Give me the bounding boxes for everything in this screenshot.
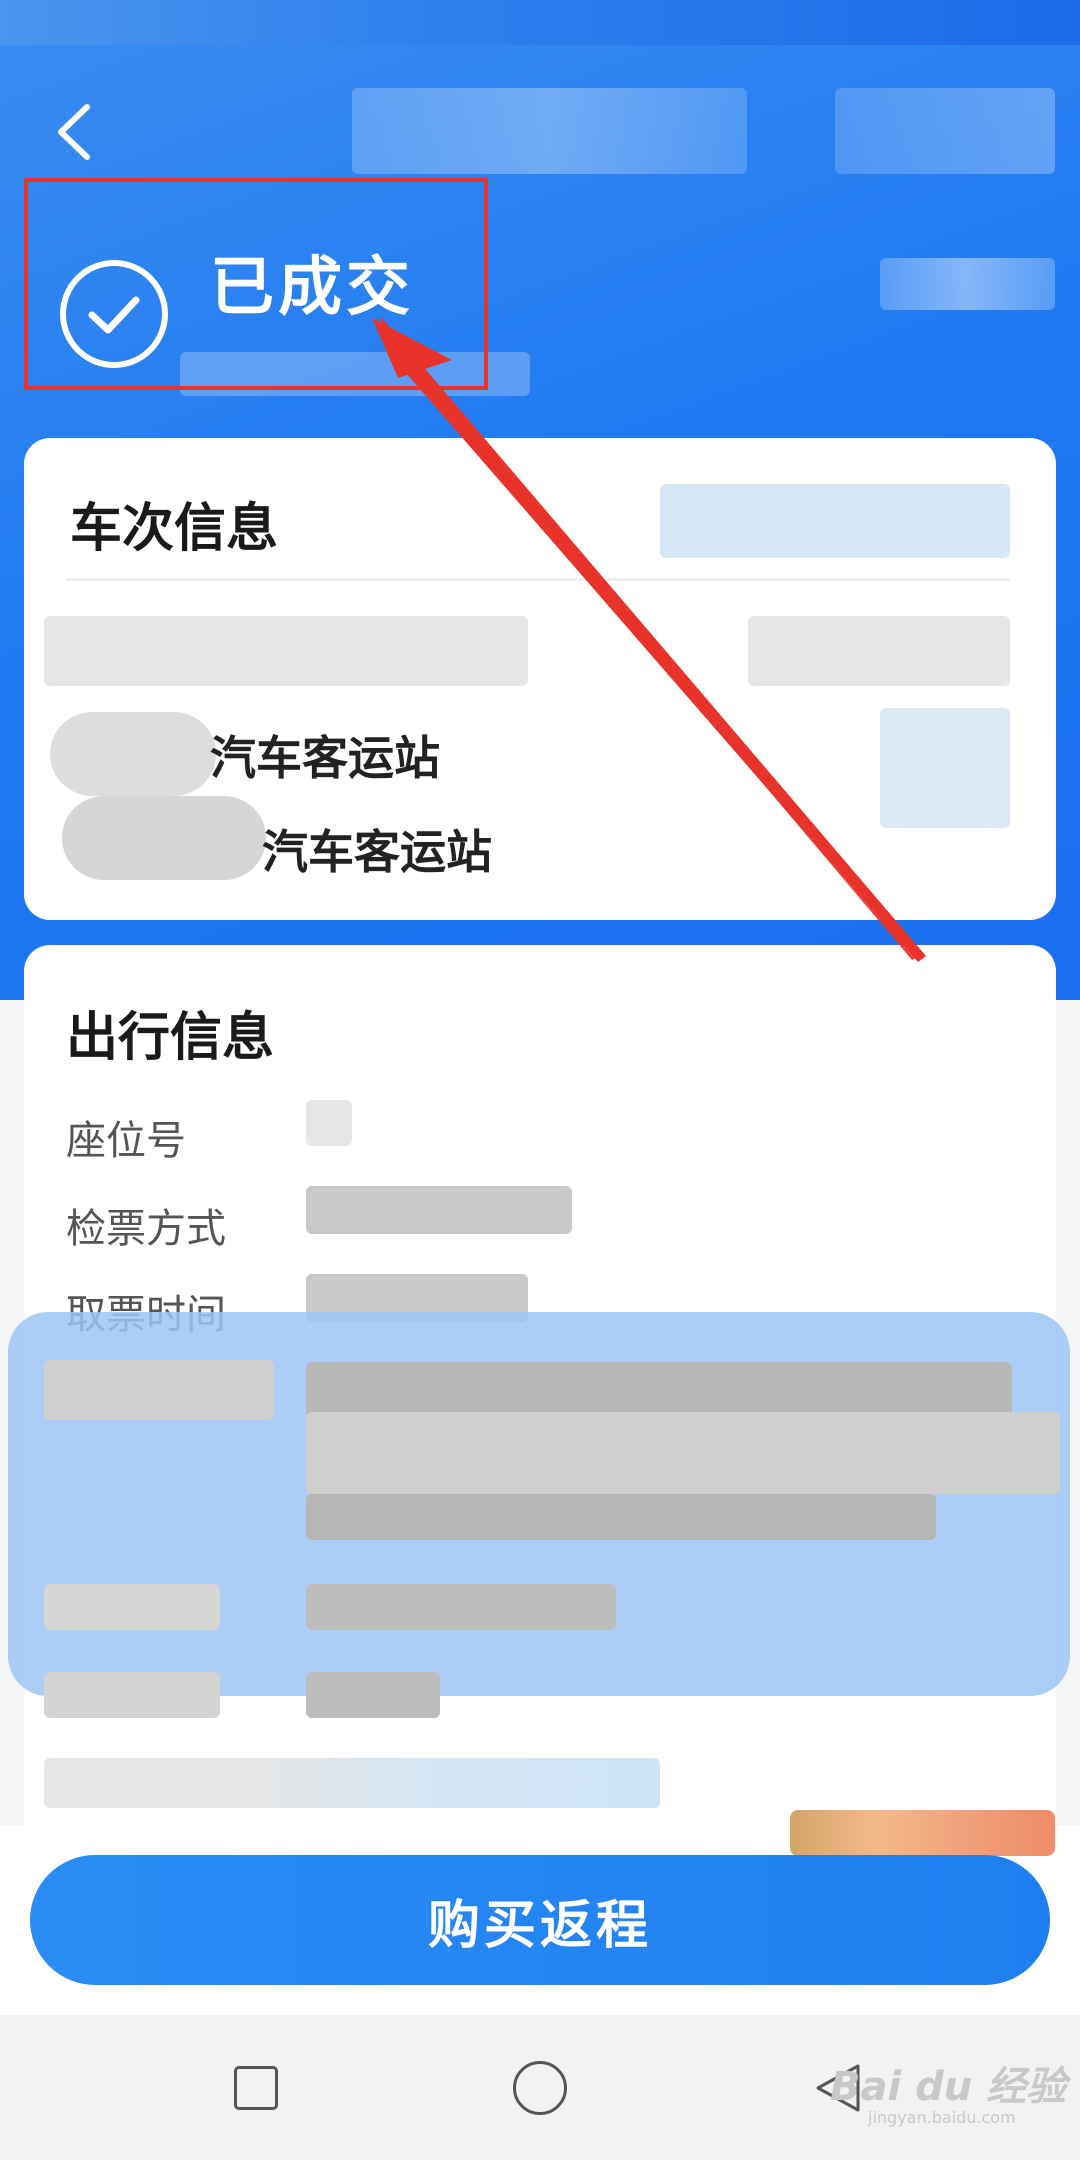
promo-badge-blurred	[790, 1810, 1055, 1856]
trip-info-title: 车次信息	[70, 499, 279, 559]
baidu-jingyan-watermark: Bai du 经验	[830, 2064, 1067, 2110]
field-6-value-blurred	[306, 1672, 440, 1718]
buy-return-trip-button[interactable]: 购买返程	[30, 1855, 1050, 1985]
trip-info-right-blurred[interactable]	[660, 484, 1010, 558]
field-6-label-blurred	[44, 1672, 220, 1718]
trip-divider	[66, 578, 1010, 581]
departure-station: 汽车客运站	[210, 731, 440, 785]
field-5-value-blurred	[306, 1584, 616, 1630]
trip-time-blurred	[748, 616, 1010, 686]
home-button[interactable]	[513, 2061, 567, 2115]
header-action-blurred[interactable]	[835, 88, 1055, 174]
seat-number-value-blurred	[306, 1100, 352, 1146]
field-4-value-line1-blurred	[306, 1362, 1012, 1418]
trip-date-blurred	[44, 616, 528, 686]
check-method-value-blurred	[306, 1186, 572, 1234]
recent-apps-button[interactable]	[234, 2066, 278, 2110]
check-method-label: 检票方式	[66, 1206, 226, 1252]
annotation-highlight-box	[24, 178, 488, 390]
field-5-label-blurred	[44, 1584, 220, 1630]
watermark-url: jingyan.baidu.com	[868, 2108, 1016, 2127]
page-title-blurred	[352, 88, 747, 174]
travel-info-title: 出行信息	[66, 1008, 275, 1068]
field-4-label-blurred	[44, 1360, 274, 1420]
arrival-station: 汽车客运站	[262, 825, 492, 879]
travel-footer-link-blurred[interactable]	[44, 1758, 660, 1808]
order-status-right-blurred	[880, 258, 1055, 310]
status-bar	[0, 0, 1080, 45]
seat-number-label: 座位号	[66, 1118, 186, 1164]
chevron-left-icon	[58, 104, 90, 160]
arrival-city-blurred	[62, 796, 266, 880]
station-right-blurred	[880, 708, 1010, 828]
field-4-value-line2-blurred	[306, 1412, 1060, 1494]
back-button[interactable]	[44, 92, 104, 172]
departure-city-blurred	[50, 712, 216, 796]
field-4-value-line3-blurred	[306, 1494, 936, 1540]
